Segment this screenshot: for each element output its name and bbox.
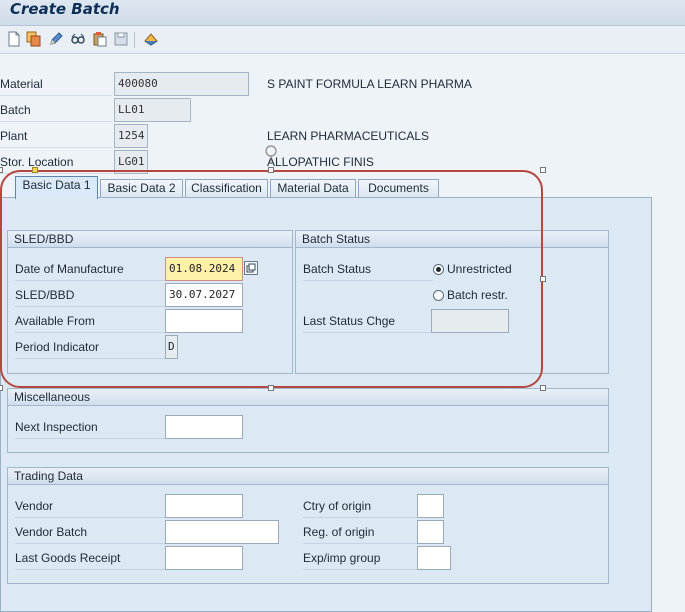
miscellaneous-group-title: Miscellaneous <box>8 389 608 406</box>
annotation-handle <box>0 385 3 391</box>
batch-status-group: Batch Status Batch Status Unrestricted B… <box>295 230 609 374</box>
application-toolbar <box>0 26 685 54</box>
page-title: Create Batch <box>10 0 120 18</box>
storage-location-description: ALLOPATHIC FINIS <box>267 155 374 169</box>
last-status-change-field[interactable] <box>431 309 509 333</box>
sled-bbd-field[interactable]: 30.07.2027 <box>165 283 243 307</box>
date-of-manufacture-label: Date of Manufacture <box>15 257 165 281</box>
save-variant-icon[interactable] <box>113 31 129 47</box>
paste-icon[interactable] <box>92 31 108 47</box>
annotation-handle <box>268 167 274 173</box>
region-of-origin-label: Reg. of origin <box>303 520 417 544</box>
sled-group: SLED/BBD Date of Manufacture 01.08.2024 … <box>7 230 293 374</box>
next-inspection-field[interactable] <box>165 415 243 439</box>
sled-bbd-label: SLED/BBD <box>15 283 165 307</box>
tab-material-data[interactable]: Material Data <box>270 179 356 198</box>
calendar-help-icon[interactable] <box>244 261 258 275</box>
annotation-handle <box>0 167 3 173</box>
trading-data-group-title: Trading Data <box>8 468 608 485</box>
annotation-handle <box>540 167 546 173</box>
country-of-origin-label: Ctry of origin <box>303 494 417 518</box>
annotation-handle <box>540 385 546 391</box>
storage-location-field[interactable]: LG01 <box>114 150 148 174</box>
trading-data-group: Trading Data Vendor Vendor Batch Last Go… <box>7 467 609 584</box>
annotation-handle <box>540 276 546 282</box>
tab-basic-data-2[interactable]: Basic Data 2 <box>100 179 183 198</box>
annotation-adjust-handle <box>32 167 38 173</box>
vendor-batch-field[interactable] <box>165 520 279 544</box>
period-indicator-field[interactable]: D <box>165 335 178 359</box>
material-description: S PAINT FORMULA LEARN PHARMA <box>267 77 472 91</box>
miscellaneous-group: Miscellaneous Next Inspection <box>7 388 609 453</box>
date-of-manufacture-field[interactable]: 01.08.2024 <box>165 257 243 281</box>
new-document-icon[interactable] <box>6 31 22 47</box>
available-from-label: Available From <box>15 309 165 333</box>
batch-field[interactable]: LL01 <box>114 98 191 122</box>
exp-imp-group-field[interactable] <box>417 546 451 570</box>
edit-icon[interactable] <box>48 31 64 47</box>
sled-group-title: SLED/BBD <box>8 231 292 248</box>
country-of-origin-field[interactable] <box>417 494 444 518</box>
material-label: Material <box>0 72 112 96</box>
annotation-handle <box>268 385 274 391</box>
plant-field[interactable]: 1254 <box>114 124 148 148</box>
unrestricted-radio[interactable] <box>433 264 444 275</box>
classification-icon[interactable] <box>143 31 159 47</box>
next-inspection-label: Next Inspection <box>15 415 165 439</box>
storage-location-label: Stor. Location <box>0 150 112 174</box>
display-change-icon[interactable] <box>70 31 86 47</box>
exp-imp-group-label: Exp/imp group <box>303 546 417 570</box>
available-from-field[interactable] <box>165 309 243 333</box>
copy-icon[interactable] <box>26 31 42 47</box>
last-status-change-label: Last Status Chge <box>303 309 433 333</box>
plant-description: LEARN PHARMACEUTICALS <box>267 129 430 143</box>
batch-status-group-title: Batch Status <box>296 231 608 248</box>
batch-restricted-label: Batch restr. <box>447 288 508 302</box>
tab-documents[interactable]: Documents <box>358 179 439 198</box>
rotate-handle-icon <box>265 145 277 162</box>
vendor-label: Vendor <box>15 494 165 518</box>
tab-basic-data-1[interactable]: Basic Data 1 <box>15 176 98 199</box>
vendor-batch-label: Vendor Batch <box>15 520 165 544</box>
batch-status-label: Batch Status <box>303 257 433 281</box>
tab-panel: SLED/BBD Date of Manufacture 01.08.2024 … <box>0 197 652 612</box>
vendor-field[interactable] <box>165 494 243 518</box>
batch-label: Batch <box>0 98 112 122</box>
period-indicator-label: Period Indicator <box>15 335 165 359</box>
unrestricted-label: Unrestricted <box>447 262 512 276</box>
material-field[interactable]: 400080 <box>114 72 249 96</box>
region-of-origin-field[interactable] <box>417 520 444 544</box>
last-goods-receipt-label: Last Goods Receipt <box>15 546 165 570</box>
tab-classification[interactable]: Classification <box>185 179 268 198</box>
batch-restricted-radio[interactable] <box>433 290 444 301</box>
toolbar-separator <box>134 32 135 48</box>
last-goods-receipt-field[interactable] <box>165 546 243 570</box>
plant-label: Plant <box>0 124 112 148</box>
title-bar: Create Batch <box>0 0 685 26</box>
